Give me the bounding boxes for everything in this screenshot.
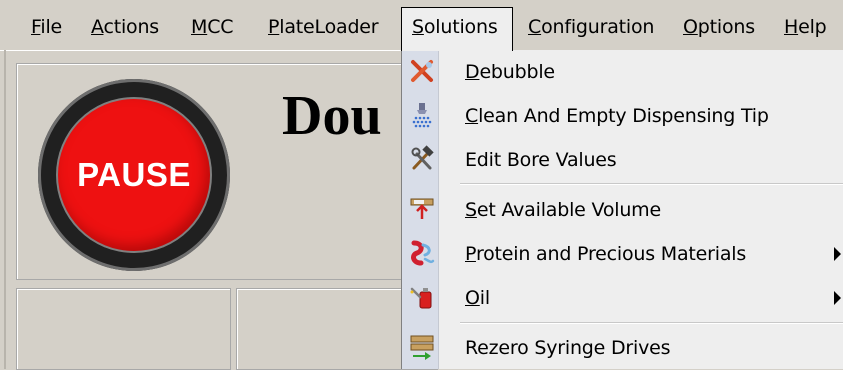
submenu-arrow-icon [834, 291, 841, 305]
menu-mcc-rest: CC [207, 16, 234, 38]
oil-can-icon [410, 287, 432, 309]
menu-separator-2 [460, 322, 843, 324]
dispensing-tip-spray-icon [412, 103, 432, 128]
menu-plateloader-rest: lateLoader [279, 16, 379, 38]
menu-options[interactable]: Options [673, 8, 765, 46]
menu-actions-rest: ctions [103, 16, 160, 38]
menu-item-edit-bore-values[interactable]: Edit Bore Values [402, 138, 843, 182]
menu-help-mnemonic: H [784, 16, 799, 38]
menu-help[interactable]: Help [774, 8, 837, 46]
tools-hammer-icon [411, 145, 434, 170]
oil-mnemonic: O [465, 287, 480, 309]
syringe-volume-icon [410, 198, 434, 219]
menu-help-rest: elp [798, 16, 827, 38]
menu-configuration-rest: onfiguration [541, 16, 655, 38]
solutions-dropdown: Debubble Clean And Empty Dispensing Tip … [401, 50, 843, 369]
menu-file[interactable]: File [21, 8, 72, 46]
protein-label-rest: rotein and Precious Materials [475, 243, 747, 265]
menu-mcc-mnemonic: M [191, 16, 208, 38]
menu-item-oil-label: Oil [465, 276, 490, 320]
menu-actions[interactable]: Actions [81, 8, 169, 46]
menu-item-set-available-volume[interactable]: Set Available Volume [402, 188, 843, 232]
status-title: Dou [282, 85, 382, 147]
menu-file-rest: ile [40, 16, 63, 38]
set-volume-label-rest: et Available Volume [476, 199, 661, 221]
menu-mcc[interactable]: MCC [181, 8, 243, 46]
menu-actions-mnemonic: A [91, 16, 104, 38]
menu-configuration-mnemonic: C [528, 16, 542, 38]
debubble-label-rest: ebubble [479, 61, 555, 83]
submenu-arrow-icon [834, 247, 841, 261]
menu-item-protein-precious[interactable]: Protein and Precious Materials [402, 232, 843, 276]
menu-item-rezero-syringe-drives[interactable]: Rezero Syringe Drives [402, 326, 843, 370]
oil-label-rest: il [479, 287, 490, 309]
menu-options-rest: ptions [697, 16, 755, 38]
menu-options-mnemonic: O [683, 16, 698, 38]
pause-button-label: PAUSE [77, 156, 191, 193]
menu-file-mnemonic: F [31, 16, 41, 38]
debubble-mnemonic: D [465, 61, 480, 83]
menu-item-protein-precious-label: Protein and Precious Materials [465, 232, 746, 276]
menu-item-clean-empty-tip[interactable]: Clean And Empty Dispensing Tip [402, 94, 843, 138]
menu-plateloader[interactable]: PlateLoader [258, 8, 388, 46]
clean-label-rest: lean And Empty Dispensing Tip [478, 105, 769, 127]
menu-solutions-rest: olutions [423, 16, 498, 38]
pause-button[interactable]: PAUSE [58, 99, 210, 251]
menu-item-clean-empty-tip-label: Clean And Empty Dispensing Tip [465, 94, 769, 138]
menu-solutions[interactable]: Solutions [401, 7, 513, 51]
menu-bar: File Actions MCC PlateLoader Solutions C… [0, 0, 843, 51]
menu-configuration[interactable]: Configuration [518, 8, 664, 46]
syringe-drive-icon [410, 335, 434, 360]
menu-solutions-mnemonic: S [412, 16, 424, 38]
menu-item-debubble[interactable]: Debubble [402, 50, 843, 94]
clean-mnemonic: C [465, 105, 479, 127]
menu-plateloader-mnemonic: P [268, 16, 280, 38]
protein-mnemonic: P [465, 243, 476, 265]
menu-item-rezero-syringe-drives-label: Rezero Syringe Drives [465, 337, 671, 359]
set-volume-mnemonic: S [465, 199, 477, 221]
menu-item-debubble-label: Debubble [465, 50, 555, 94]
menu-item-set-available-volume-label: Set Available Volume [465, 188, 661, 232]
menu-item-edit-bore-values-label: Edit Bore Values [465, 149, 617, 171]
debubble-x-icon [411, 60, 433, 82]
lower-left-panel [16, 288, 231, 370]
menu-separator-1 [460, 183, 843, 185]
protein-ribbon-icon [411, 240, 435, 266]
menu-item-oil[interactable]: Oil [402, 276, 843, 320]
